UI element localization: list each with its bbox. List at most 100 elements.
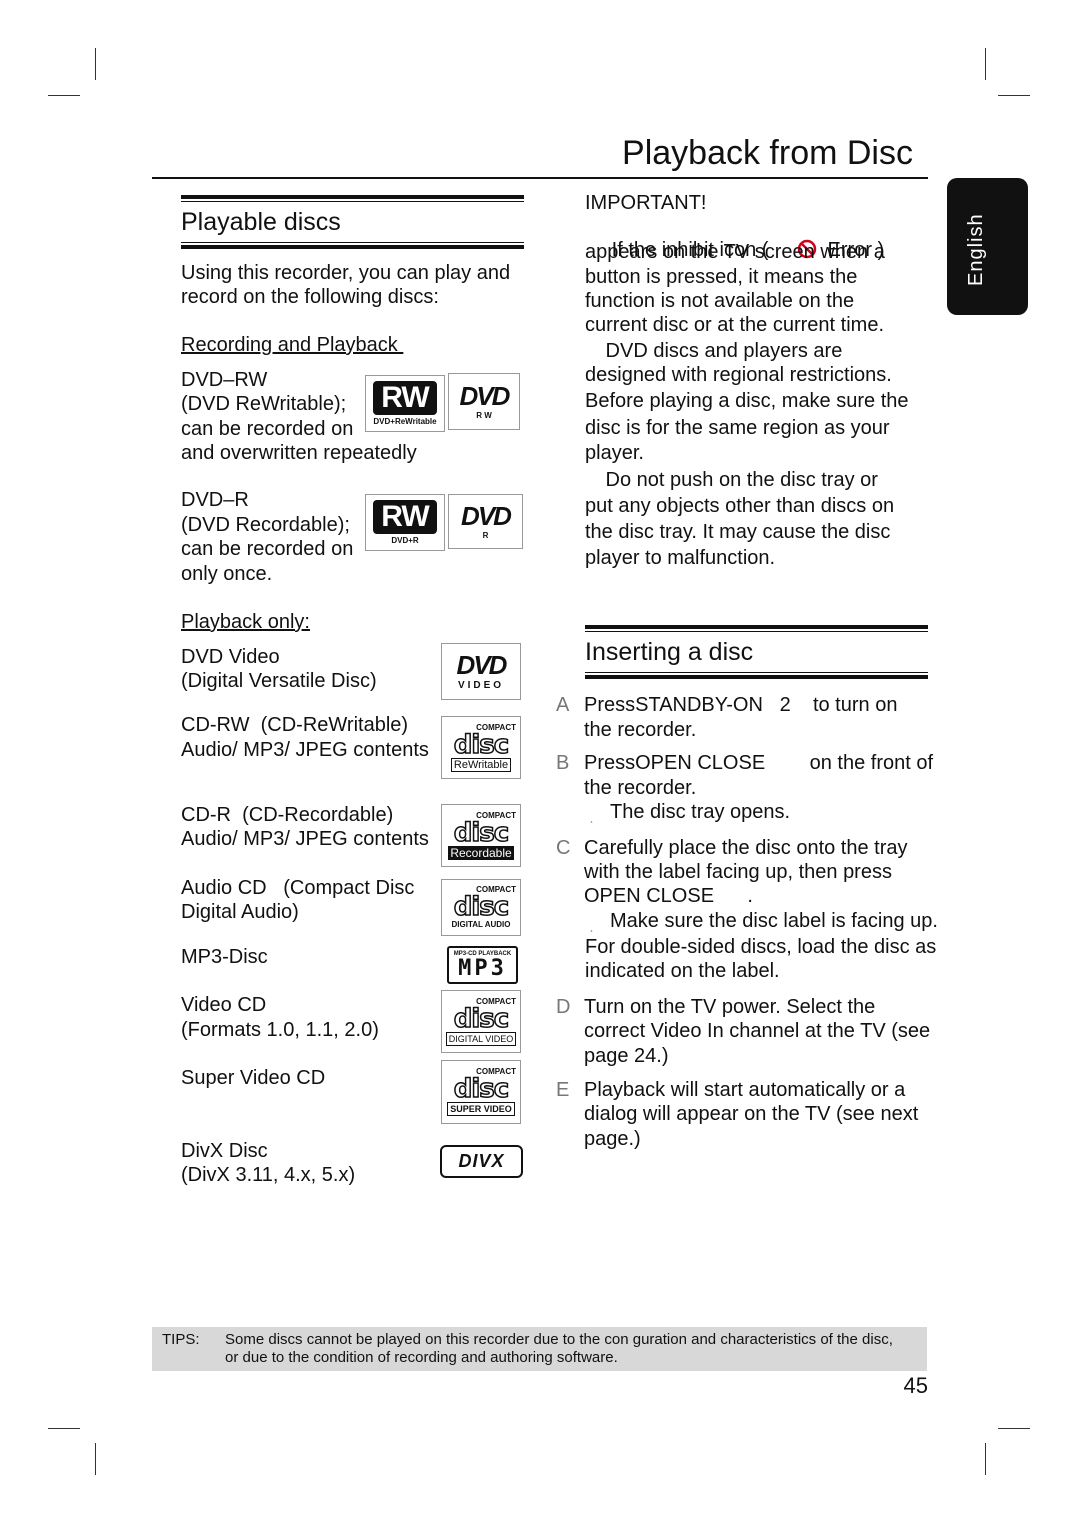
section-rule	[181, 201, 524, 202]
dvd-video-text: (Digital Versatile Disc)	[181, 670, 377, 692]
step-note: For double-sided discs, load the disc as	[585, 936, 937, 958]
video-cd-logo: COMPACT disc DIGITAL VIDEO	[441, 990, 521, 1053]
regional-text: DVD discs and players are	[600, 340, 843, 362]
section-rule	[181, 242, 524, 243]
recording-playback-heading: Recording and Playback	[181, 334, 404, 356]
regional-text: player.	[585, 442, 644, 464]
audio-cd-text: Audio CD (Compact Disc	[181, 877, 415, 899]
inhibit-text: button is pressed, it means the	[585, 266, 858, 288]
cd-digital-audio-logo: COMPACT disc DIGITAL AUDIO	[441, 879, 521, 936]
step-text: PressSTANDBY-ON 2 to turn on	[584, 694, 898, 716]
logo-sub: ReWritable	[450, 757, 512, 772]
important-heading: IMPORTANT!	[585, 192, 707, 214]
step-letter: A	[556, 694, 570, 716]
logo-main: MP3	[458, 955, 507, 981]
dvdrw-text: can be recorded on	[181, 418, 354, 440]
page-title: Playback from Disc	[622, 134, 913, 172]
logo-main: disc	[453, 1003, 510, 1034]
section-rule	[585, 672, 928, 673]
section-rule	[585, 625, 928, 629]
step-text: the recorder.	[584, 719, 697, 741]
step-text: dialog will appear on the TV (see next	[584, 1103, 919, 1125]
tips-text: or due to the condition of recording and…	[225, 1349, 618, 1366]
step-letter: D	[556, 996, 571, 1018]
logo-main: disc	[453, 892, 510, 922]
logo-sub: DIGITAL AUDIO	[451, 920, 511, 929]
logo-sub: R W	[476, 411, 492, 420]
tips-box: TIPS: Some discs cannot be played on thi…	[152, 1327, 927, 1371]
step-text: Turn on the TV power. Select the	[584, 996, 876, 1018]
dvd-video-text: DVD Video	[181, 646, 280, 668]
crop-mark	[985, 1443, 986, 1475]
mp3-cd-logo: MP3-CD PLAYBACK MP3	[447, 946, 518, 984]
logo-main: disc	[453, 1074, 510, 1104]
step-text: the recorder.	[584, 777, 697, 799]
tray-warning-text: put any objects other than discs on	[585, 495, 895, 517]
dvdrw-text: DVD–RW	[181, 369, 268, 391]
super-video-cd-logo: COMPACT disc SUPER VIDEO	[441, 1060, 521, 1124]
intro-text: record on the following discs:	[181, 286, 439, 308]
crop-mark	[95, 1443, 96, 1475]
inhibit-text: current disc or at the current time.	[585, 314, 885, 336]
logo-sub: Recordable	[448, 845, 514, 860]
step-text: Playback will start automatically or a	[584, 1079, 906, 1101]
crop-mark	[48, 95, 80, 96]
cd-rewritable-logo: COMPACT disc ReWritable	[441, 716, 521, 779]
crop-mark	[48, 1428, 80, 1429]
divx-text: DivX Disc	[181, 1140, 268, 1162]
divx-text: (DivX 3.11, 4.x, 5.x)	[181, 1164, 356, 1186]
logo-main: RW	[373, 381, 437, 415]
logo-sub: VIDEO	[457, 680, 505, 691]
dvd-plus-rw-logo: RW DVD+ReWritable	[365, 375, 445, 432]
logo-main: disc	[453, 729, 510, 760]
logo-sub: DVD+ReWritable	[373, 417, 437, 426]
dvdr-text: (DVD Recordable);	[181, 514, 350, 536]
tray-warning-text: the disc tray. It may cause the disc	[585, 521, 891, 543]
cd-recordable-logo: COMPACT disc Recordable	[441, 804, 521, 867]
dvd-plus-r-logo: RW DVD+R	[365, 494, 445, 551]
dvdr-text: can be recorded on	[181, 538, 354, 560]
logo-sub: DVD+R	[391, 536, 419, 545]
audio-cd-text: Digital Audio)	[181, 901, 299, 923]
logo-main: RW	[373, 500, 437, 534]
crop-mark	[95, 48, 96, 80]
dvd-r-logo: DVD R	[448, 494, 523, 549]
svcd-text: Super Video CD	[181, 1067, 326, 1089]
language-tab-label: English	[965, 213, 987, 286]
section-rule	[585, 631, 928, 632]
video-cd-text: (Formats 1.0, 1.1, 2.0)	[181, 1019, 379, 1041]
page-number: 45	[903, 1373, 928, 1398]
step-text: correct Video In channel at the TV (see	[584, 1020, 931, 1042]
inhibit-text: appears on the TV screen when a	[585, 241, 885, 263]
cdrw-text: CD-RW (CD-ReWritable)	[181, 714, 409, 736]
video-cd-text: Video CD	[181, 994, 267, 1016]
mp3-text: MP3-Disc	[181, 946, 268, 968]
language-tab: English	[947, 178, 1028, 315]
logo-sub: SUPER VIDEO	[447, 1102, 515, 1116]
title-rule	[152, 177, 928, 179]
step-letter: B	[556, 752, 570, 774]
step-text: Carefully place the disc onto the tray	[584, 837, 908, 859]
logo-sub: DIGITAL VIDEO	[445, 1031, 517, 1046]
regional-text: Before playing a disc, make sure the	[585, 390, 909, 412]
dvd-rw-logo: DVD R W	[448, 373, 520, 430]
tips-label: TIPS:	[162, 1331, 200, 1348]
step-text: page 24.)	[584, 1045, 669, 1067]
step-note: The disc tray opens.	[610, 801, 791, 823]
logo-main: DVD	[461, 501, 512, 531]
section-title-playable-discs: Playable discs	[181, 208, 341, 236]
cdr-text: Audio/ MP3/ JPEG contents	[181, 828, 429, 850]
step-text: page.)	[584, 1128, 641, 1150]
logo-main: DIVX	[458, 1151, 505, 1171]
dvdrw-text: (DVD ReWritable);	[181, 393, 347, 415]
step-note: indicated on the label.	[585, 960, 780, 982]
note-mark: ¸	[590, 813, 594, 824]
intro-text: Using this recorder, you can play and	[181, 262, 511, 284]
crop-mark	[998, 95, 1030, 96]
cdr-text: CD-R (CD-Recordable)	[181, 804, 394, 826]
crop-mark	[998, 1428, 1030, 1429]
dvd-video-logo: DVD VIDEO	[441, 643, 521, 700]
logo-sub: R	[482, 531, 489, 540]
section-rule	[585, 675, 928, 679]
dvdr-text: DVD–R	[181, 489, 249, 511]
